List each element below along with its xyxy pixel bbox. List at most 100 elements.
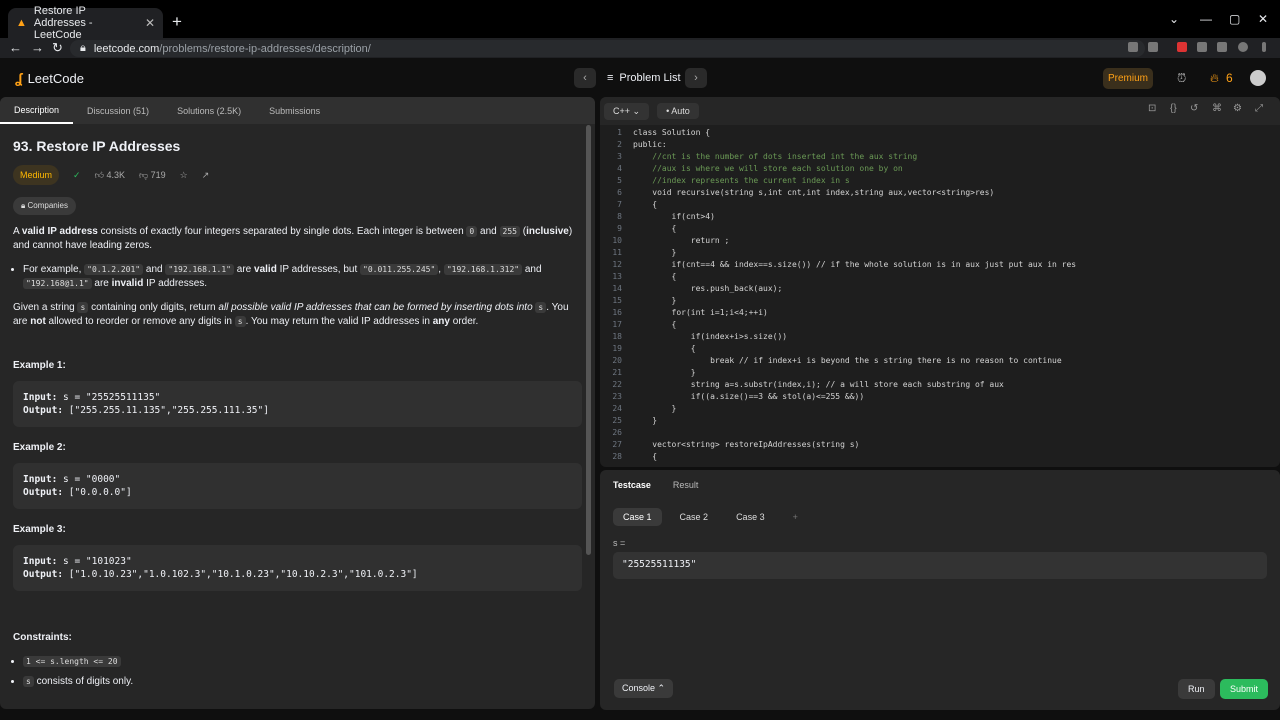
code: 255 (499, 226, 520, 237)
close-window-icon[interactable]: ✕ (1258, 12, 1268, 26)
code-editor-panel: C++ ⌄ • Auto 1 class Solution {2 public: 3 … (600, 97, 1280, 467)
back-icon[interactable]: ← (9, 40, 22, 55)
code-area[interactable]: 1 class Solution {2 public: 3 //cnt is the … (600, 127, 1280, 463)
code-text: //cnt is the number of dots inserted int… (633, 152, 918, 161)
close-icon[interactable]: ✕ (145, 16, 155, 30)
like-button[interactable]: 👍︎ 4.3K (95, 168, 125, 182)
dislike-button[interactable]: 👎︎ 719 (139, 168, 166, 182)
star-icon[interactable]: ☆ (180, 168, 188, 182)
code-text: } (633, 368, 696, 377)
star-icon[interactable] (1148, 42, 1158, 52)
problem-list-button[interactable]: ≡ Problem List (607, 72, 681, 84)
case-1-tab[interactable]: Case 1 (613, 508, 662, 526)
shortcut-icon[interactable]: ⌘ (1212, 103, 1222, 114)
line-number: 6 (617, 188, 622, 197)
line-number: 10 (612, 236, 622, 245)
scrollbar[interactable] (586, 125, 591, 555)
value: ["1.0.10.23","1.0.102.3","10.1.0.23","10… (63, 569, 418, 580)
problem-meta: Medium ✓ 👍︎ 4.3K 👎︎ 719 ☆ ↗ (13, 165, 582, 185)
next-problem-button[interactable]: › (685, 68, 707, 88)
code-text: if(index+i>s.size()) (633, 332, 788, 341)
text: allowed to reorder or remove any digits … (45, 316, 235, 327)
text: valid (254, 264, 277, 275)
browser-tab[interactable]: ▲ Restore IP Addresses - LeetCode ✕ (8, 5, 163, 41)
code-text: { (633, 344, 696, 353)
code-line: 24 } (600, 403, 1280, 415)
premium-button[interactable]: Premium (1103, 68, 1153, 89)
reload-icon[interactable]: ↻ (52, 40, 63, 56)
code: 0 (466, 226, 478, 237)
companies-label: Companies (27, 201, 68, 210)
console-button[interactable]: Console ⌃ (614, 679, 674, 698)
text: . You may return the valid IP addresses … (245, 316, 433, 327)
url-bar[interactable]: 🔒︎ leetcode.com/problems/restore-ip-addre… (70, 40, 1145, 57)
code-line: 1 class Solution { (600, 127, 1280, 139)
prev-problem-button[interactable]: ‹ (574, 68, 596, 88)
tab-solutions[interactable]: Solutions (2.5K) (163, 106, 255, 116)
puzzle-icon[interactable] (1197, 42, 1207, 52)
constraints-list: 1 <= s.length <= 20 s consists of digits… (23, 655, 582, 689)
value: s = "0000" (57, 474, 121, 485)
avatar[interactable] (1250, 70, 1266, 86)
share-icon[interactable]: ↗ (202, 168, 210, 182)
line-number: 13 (612, 272, 622, 281)
leetcode-logo[interactable]: ʆ LeetCode (15, 70, 84, 86)
code: s (23, 676, 34, 687)
tab-testcase[interactable]: Testcase (613, 480, 651, 490)
profile-icon[interactable] (1238, 42, 1248, 52)
run-button[interactable]: Run (1178, 679, 1215, 699)
reset-icon[interactable]: ↺ (1190, 103, 1198, 114)
line-number: 28 (612, 452, 622, 461)
code-line: 14 res.push_back(aux); (600, 283, 1280, 295)
code-line: 21 } (600, 367, 1280, 379)
restore-icon[interactable]: ▢ (1229, 12, 1240, 26)
case-3-tab[interactable]: Case 3 (726, 508, 775, 526)
tab-result[interactable]: Result (673, 480, 699, 490)
menu-icon[interactable] (1262, 42, 1266, 52)
share-icon[interactable] (1128, 42, 1138, 52)
settings-icon[interactable]: ⚙ (1233, 103, 1242, 114)
extension-icon[interactable] (1177, 42, 1187, 52)
tab-description[interactable]: Description (0, 97, 74, 124)
case-2-tab[interactable]: Case 2 (670, 508, 719, 526)
braces-icon[interactable]: {} (1170, 103, 1177, 114)
bookmark-icon[interactable]: ⊡ (1148, 103, 1156, 114)
chevron-down-icon[interactable]: ⌄ (1169, 12, 1179, 26)
code-text: } (633, 296, 677, 305)
code-text: if((a.size()==3 && stol(a)<=255 &&)) (633, 392, 865, 401)
example-2: Input: s = "0000" Output: ["0.0.0.0"] (13, 463, 582, 509)
new-tab-button[interactable]: + (172, 12, 182, 32)
timer-icon[interactable]: ⏰︎ (1177, 71, 1186, 86)
line-number: 1 (617, 128, 622, 137)
label: Input: (23, 474, 58, 485)
sidebar-icon[interactable] (1217, 42, 1227, 52)
companies-tag[interactable]: 🔒︎ Companies (13, 197, 76, 215)
text: not (30, 316, 46, 327)
code-text: string a=s.substr(index,i); // a will st… (633, 380, 1004, 389)
forward-icon[interactable]: → (31, 40, 44, 55)
language-label: C++ (613, 105, 631, 116)
code: "192.168.1.312" (443, 264, 523, 275)
language-select[interactable]: C++ ⌄ (604, 102, 650, 120)
text: containing only digits, return (88, 302, 219, 313)
testcase-input[interactable]: "25525511135" (613, 552, 1267, 579)
code-text: public: (633, 140, 667, 149)
line-number: 2 (617, 140, 622, 149)
auto-toggle[interactable]: • Auto (657, 103, 699, 119)
label: Input: (23, 556, 58, 567)
code-text: return ; (633, 236, 730, 245)
code-text: } (633, 404, 677, 413)
tab-discussion[interactable]: Discussion (51) (73, 106, 163, 116)
text: and (477, 226, 500, 237)
code-line: 15 } (600, 295, 1280, 307)
code-line: 20 break // if index+i is beyond the s s… (600, 355, 1280, 367)
minimize-icon[interactable]: — (1200, 12, 1212, 26)
expand-icon[interactable]: ⤢ (1255, 103, 1263, 114)
code-text: if(cnt==4 && index==s.size()) // if the … (633, 260, 1077, 269)
add-case-button[interactable]: + (783, 508, 808, 526)
tab-title: Restore IP Addresses - LeetCode (33, 5, 93, 41)
code-text: break // if index+i is beyond the s stri… (633, 356, 1062, 365)
submit-button[interactable]: Submit (1220, 679, 1269, 699)
code-line: 13 { (600, 271, 1280, 283)
tab-submissions[interactable]: Submissions (255, 106, 334, 116)
